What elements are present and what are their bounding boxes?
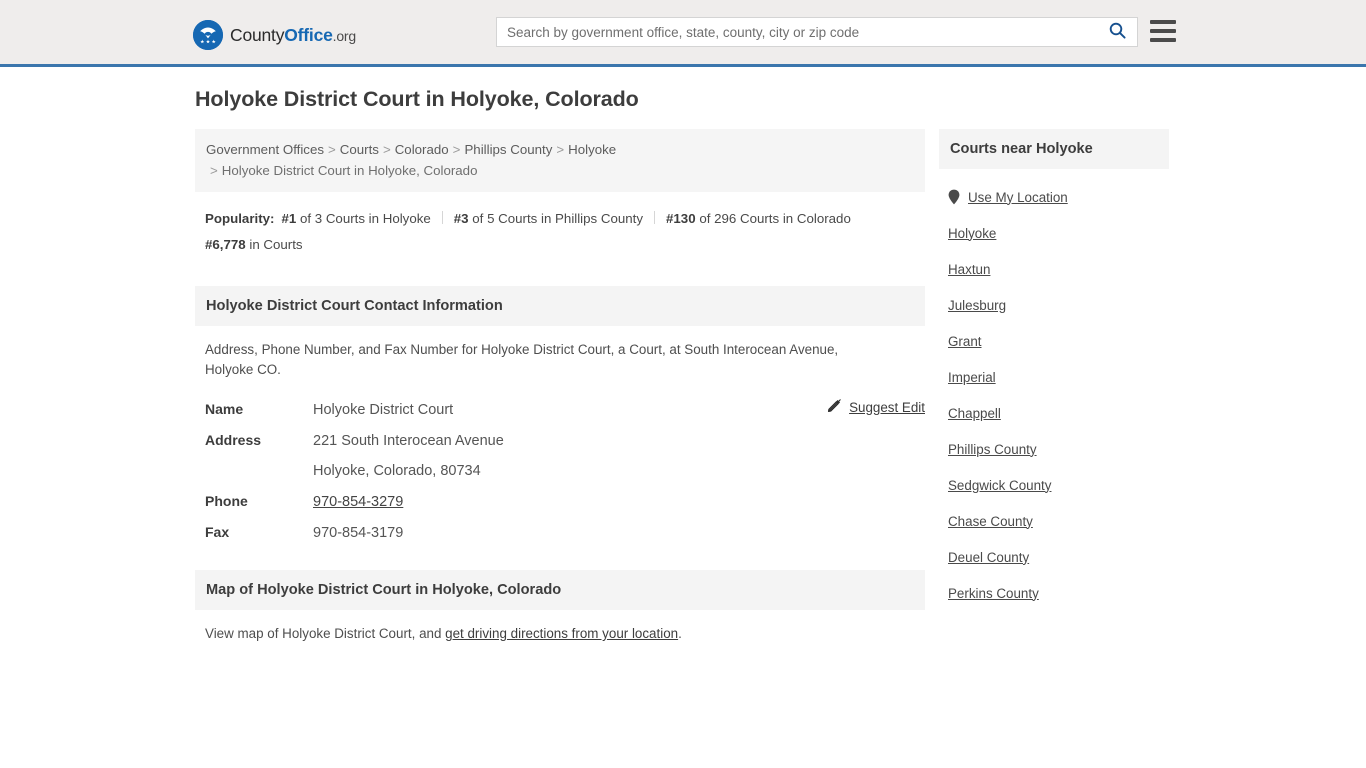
popularity-row: Popularity: #1 of 3 Courts in Holyoke #3 o… [195, 192, 925, 264]
popularity-rank: #3 [453, 211, 469, 226]
breadcrumb-separator: > [452, 142, 461, 157]
hamburger-bar [1150, 29, 1176, 33]
hamburger-bar [1150, 20, 1176, 24]
popularity-text: of 3 Courts in Holyoke [299, 211, 431, 226]
site-logo[interactable]: CountyOffice.org [193, 20, 356, 50]
popularity-divider [654, 211, 656, 224]
breadcrumb-item-phillips-county[interactable]: Phillips County [464, 142, 552, 157]
hamburger-menu-icon[interactable] [1150, 18, 1176, 44]
map-section-description: View map of Holyoke District Court, and … [195, 610, 925, 644]
search-input[interactable] [497, 18, 1097, 46]
popularity-text: of 296 Courts in Colorado [699, 211, 851, 226]
sidebar-link[interactable]: Sedgwick County [948, 478, 1051, 493]
phone-link[interactable]: 970-854-3279 [313, 494, 403, 510]
contact-row-address: Address 221 South Interocean Avenue [205, 425, 915, 456]
sidebar-item-haxtun[interactable]: Haxtun [939, 251, 1169, 287]
sidebar-link[interactable]: Grant [948, 334, 982, 349]
contact-key: Name [205, 401, 244, 417]
popularity-label: Popularity: [205, 211, 275, 226]
popularity-divider [441, 211, 443, 224]
sidebar-item-holyoke[interactable]: Holyoke [939, 215, 1169, 251]
search-icon [1109, 22, 1126, 42]
breadcrumb-separator: > [328, 142, 336, 157]
contact-value: Holyoke District Court [313, 402, 454, 418]
contact-value: 970-854-3179 [313, 525, 404, 541]
sidebar-link[interactable]: Deuel County [948, 550, 1029, 565]
content-columns: Government Offices > Courts > Colorado > Phill… [195, 129, 1171, 644]
breadcrumb-item-colorado[interactable]: Colorado [395, 142, 449, 157]
sidebar-item-imperial[interactable]: Imperial [939, 359, 1169, 395]
breadcrumb: Government Offices > Courts > Colorado > Phill… [195, 129, 925, 192]
search-button[interactable] [1097, 18, 1137, 46]
contact-row-fax: Fax 970-854-3179 [205, 517, 915, 548]
map-pin-icon [948, 189, 960, 205]
breadcrumb-item-holyoke[interactable]: Holyoke [568, 142, 616, 157]
sidebar-link[interactable]: Phillips County [948, 442, 1037, 457]
sidebar-item-julesburg[interactable]: Julesburg [939, 287, 1169, 323]
contact-section-description: Address, Phone Number, and Fax Number fo… [205, 342, 839, 377]
map-text-after: . [678, 626, 682, 641]
sidebar-link[interactable]: Perkins County [948, 586, 1039, 601]
eagle-seal-icon [193, 20, 223, 50]
suggest-edit-label: Suggest Edit [849, 399, 925, 415]
contact-details: Suggest Edit Name Holyoke District Court… [195, 394, 925, 548]
contact-section-heading: Holyoke District Court Contact Informati… [195, 286, 925, 326]
contact-row-phone: Phone 970-854-3279 [205, 486, 915, 517]
contact-row-name: Name Holyoke District Court [205, 394, 915, 425]
sidebar-item-phillips-county[interactable]: Phillips County [939, 431, 1169, 467]
popularity-rank: #1 [281, 211, 297, 226]
contact-value: 221 South Interocean Avenue [313, 433, 504, 449]
sidebar-item-chase-county[interactable]: Chase County [939, 503, 1169, 539]
sidebar-item-grant[interactable]: Grant [939, 323, 1169, 359]
page-title: Holyoke District Court in Holyoke, Color… [195, 87, 639, 111]
contact-key: Address [205, 432, 262, 448]
sidebar-link[interactable]: Chappell [948, 406, 1001, 421]
sidebar-item-sedgwick-county[interactable]: Sedgwick County [939, 467, 1169, 503]
driving-directions-link[interactable]: get driving directions from your locatio… [445, 626, 678, 641]
sidebar-link[interactable]: Holyoke [948, 226, 996, 241]
sidebar-link[interactable]: Chase County [948, 514, 1033, 529]
site-header: CountyOffice.org [0, 0, 1366, 67]
sidebar-link[interactable]: Julesburg [948, 298, 1006, 313]
popularity-text: in Courts [249, 237, 303, 252]
contact-value: Holyoke, Colorado, 80734 [313, 463, 481, 479]
map-text-before: View map of Holyoke District Court, and [205, 626, 446, 641]
contact-value: 970-854-3279 [313, 487, 403, 517]
content-container: Holyoke District Court in Holyoke, Color… [195, 87, 1171, 644]
sidebar-item-chappell[interactable]: Chappell [939, 395, 1169, 431]
contact-key: Phone [205, 493, 248, 509]
map-section-heading: Map of Holyoke District Court in Holyoke… [195, 570, 925, 610]
logo-text-county: County [230, 24, 285, 45]
popularity-rank: #6,778 [205, 237, 246, 252]
site-logo-text: CountyOffice.org [230, 25, 356, 46]
sidebar-link[interactable]: Haxtun [948, 262, 990, 277]
logo-text-office: Office [284, 24, 333, 45]
contact-key: Fax [205, 524, 230, 540]
breadcrumb-separator: > [382, 142, 391, 157]
breadcrumb-current: Holyoke District Court in Holyoke, Color… [221, 163, 478, 178]
breadcrumb-item-government-offices[interactable]: Government Offices [206, 142, 324, 157]
breadcrumb-separator: > [556, 142, 565, 157]
sidebar-list: Use My Location Holyoke Haxtun Julesburg… [939, 169, 1169, 611]
hamburger-bar [1150, 38, 1176, 42]
sidebar-item-deuel-county[interactable]: Deuel County [939, 539, 1169, 575]
sidebar-item-use-my-location[interactable]: Use My Location [939, 179, 1169, 215]
popularity-rank: #130 [666, 211, 696, 226]
sidebar-item-perkins-county[interactable]: Perkins County [939, 575, 1169, 611]
contact-row-address-city: Holyoke, Colorado, 80734 [205, 456, 915, 486]
popularity-text: of 5 Courts in Phillips County [472, 211, 644, 226]
sidebar: Courts near Holyoke Use My Location Holy… [939, 129, 1169, 611]
breadcrumb-separator: > [210, 163, 218, 178]
search-bar[interactable] [496, 17, 1138, 47]
sidebar-link[interactable]: Imperial [948, 370, 996, 385]
suggest-edit-button[interactable]: Suggest Edit [827, 398, 925, 416]
breadcrumb-item-courts[interactable]: Courts [340, 142, 379, 157]
main-column: Government Offices > Courts > Colorado > Phill… [195, 129, 925, 644]
sidebar-heading: Courts near Holyoke [939, 129, 1169, 169]
edit-pencil-icon [827, 398, 842, 416]
logo-text-tld: .org [332, 27, 357, 44]
use-my-location-label[interactable]: Use My Location [968, 190, 1068, 205]
